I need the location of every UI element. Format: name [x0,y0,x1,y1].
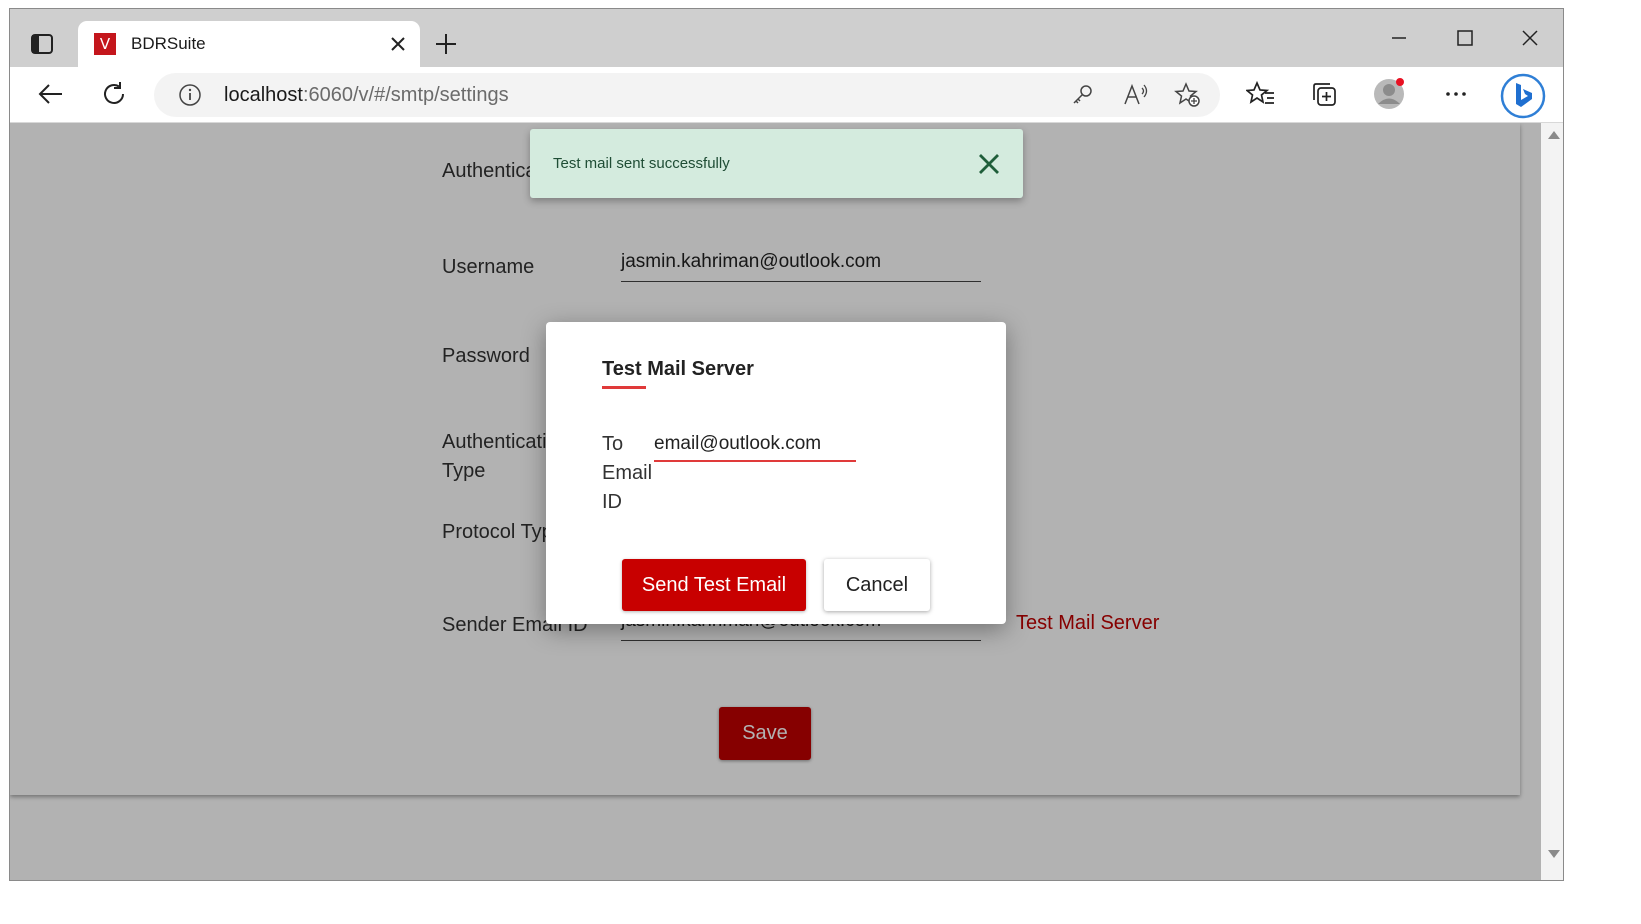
app-favicon: V [94,33,116,55]
bing-icon[interactable] [1500,73,1546,119]
vertical-scrollbar[interactable] [1541,123,1563,880]
favorites-icon[interactable] [1244,79,1276,109]
tab-title: BDRSuite [131,34,206,53]
scroll-down-icon[interactable] [1548,850,1560,858]
url-text[interactable]: localhost:6060/v/#/smtp/settings [224,84,509,107]
add-favorite-icon[interactable] [1174,81,1202,109]
collections-icon[interactable] [1309,79,1339,109]
browser-tab[interactable]: V BDRSuite [78,21,420,69]
toolbar: localhost:6060/v/#/smtp/settings [10,67,1563,123]
dialog-title: Test Mail Server [602,358,754,380]
more-icon[interactable] [1441,79,1471,109]
close-window-icon[interactable] [1515,27,1545,49]
scroll-up-icon[interactable] [1548,131,1560,139]
read-aloud-icon[interactable] [1122,82,1150,108]
toast-message: Test mail sent successfully [553,155,730,172]
browser-window: V BDRSuite localhost:6060/v/#/smtp/setti… [9,8,1564,881]
address-bar[interactable]: localhost:6060/v/#/smtp/settings [154,73,1220,117]
url-path: :6060/v/#/smtp/settings [302,84,509,106]
to-email-input[interactable] [654,428,856,462]
to-email-label: To Email ID [602,433,653,513]
key-icon[interactable] [1070,83,1094,107]
maximize-icon[interactable] [1450,27,1480,49]
plus-icon[interactable] [434,32,458,56]
title-accent-bar [602,386,646,389]
title-bar: V BDRSuite [10,9,1563,69]
send-test-email-button[interactable]: Send Test Email [622,559,806,611]
tab-actions-icon[interactable] [30,33,54,55]
close-icon[interactable] [976,151,1002,177]
success-toast: Test mail sent successfully [530,129,1023,198]
info-icon[interactable] [178,83,202,107]
back-icon[interactable] [36,79,66,109]
url-host: localhost [224,84,303,106]
test-mail-dialog: Test Mail Server To Email ID Send Test E… [546,322,1006,624]
cancel-button[interactable]: Cancel [824,559,930,611]
minimize-icon[interactable] [1384,27,1414,49]
close-icon[interactable] [388,34,408,54]
profile-icon[interactable] [1372,77,1406,111]
page-viewport: Authentication Username jasmin.kahriman@… [10,123,1541,880]
refresh-icon[interactable] [99,79,129,109]
